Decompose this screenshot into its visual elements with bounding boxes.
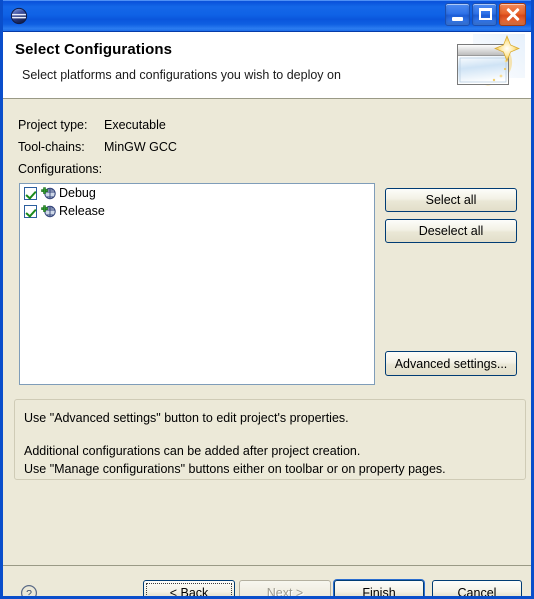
checkbox-release[interactable] xyxy=(24,204,37,218)
configurations-list[interactable]: Debug Release xyxy=(19,183,375,385)
tool-chains-label: Tool-chains: xyxy=(18,140,85,154)
wizard-window: Select Configurations Select platforms a… xyxy=(0,0,534,599)
project-type-value: Executable xyxy=(104,118,166,132)
wizard-body: Project type: Executable Tool-chains: Mi… xyxy=(3,99,531,565)
title-bar[interactable] xyxy=(3,0,531,32)
eclipse-globe-icon xyxy=(10,7,28,25)
select-all-button[interactable]: Select all xyxy=(385,188,517,212)
info-line-1: Use "Advanced settings" button to edit p… xyxy=(24,411,349,425)
wizard-header: Select Configurations Select platforms a… xyxy=(3,32,531,99)
svg-text:?: ? xyxy=(26,588,32,599)
project-type-label: Project type: xyxy=(18,118,88,132)
back-button-label: < Back xyxy=(169,586,209,599)
window-controls xyxy=(445,3,526,26)
next-button-label: Next > xyxy=(266,586,304,599)
info-line-3: Use "Manage configurations" buttons eith… xyxy=(24,462,446,476)
page-subtitle: Select platforms and configurations you … xyxy=(22,68,341,82)
cancel-button[interactable]: Cancel xyxy=(432,580,522,596)
list-item[interactable]: Release xyxy=(20,202,374,220)
close-button[interactable] xyxy=(499,3,526,26)
deselect-all-button[interactable]: Deselect all xyxy=(385,219,517,243)
configurations-label: Configurations: xyxy=(18,162,103,176)
configuration-add-icon xyxy=(40,186,56,200)
list-item-label: Release xyxy=(59,204,105,218)
finish-button[interactable]: Finish xyxy=(334,580,424,599)
page-title: Select Configurations xyxy=(15,41,173,58)
dialog-button-bar: ? < Back Next > Finish Cancel xyxy=(3,565,531,599)
checkbox-debug[interactable] xyxy=(24,186,37,200)
minimize-button[interactable] xyxy=(445,3,470,26)
info-panel: Use "Advanced settings" button to edit p… xyxy=(14,399,526,480)
help-icon[interactable]: ? xyxy=(20,584,38,599)
configuration-add-icon xyxy=(40,204,56,218)
list-item-label: Debug xyxy=(59,186,96,200)
info-line-2: Additional configurations can be added a… xyxy=(24,444,361,458)
maximize-button[interactable] xyxy=(472,3,497,26)
minimize-icon xyxy=(452,17,463,21)
next-button: Next > xyxy=(239,580,331,599)
list-item[interactable]: Debug xyxy=(20,184,374,202)
finish-button-label: Finish xyxy=(362,586,396,599)
back-button[interactable]: < Back xyxy=(143,580,235,599)
advanced-settings-button[interactable]: Advanced settings... xyxy=(385,351,517,376)
new-window-wizard-icon xyxy=(449,34,525,96)
tool-chains-value: MinGW GCC xyxy=(104,140,177,154)
maximize-icon xyxy=(479,8,492,20)
